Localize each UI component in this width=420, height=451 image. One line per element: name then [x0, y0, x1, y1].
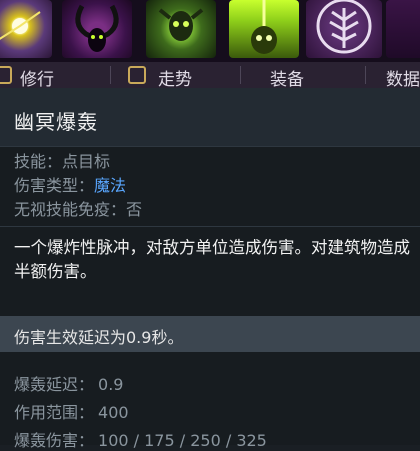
ability-description: 一个爆炸性脉冲，对敌方单位造成伤害。对建筑物造成半额伤害。 [14, 238, 410, 281]
stat-value: 0.9 [98, 375, 124, 394]
meta-key: 技能： [14, 152, 63, 171]
tab-trend[interactable]: 走势 [158, 65, 192, 90]
tab-divider [365, 66, 366, 84]
meta-value: 点目标 [62, 152, 111, 171]
ability-icon-strip [0, 0, 420, 62]
stat-value: 400 [98, 403, 129, 422]
section-divider [0, 226, 420, 227]
trend-tab-icon [128, 66, 146, 84]
tab-stats[interactable]: 数据 [386, 65, 420, 90]
stat-row-radius: 作用范围： 400 [14, 399, 129, 423]
tooltip-header: 幽冥爆轰 [0, 88, 420, 147]
ability-note: 伤害生效延迟为0.9秒。 [0, 316, 420, 352]
meta-key: 无视技能免疫： [14, 200, 127, 219]
extra-ability-icon[interactable] [386, 0, 420, 58]
magic-damage-value: 魔法 [94, 176, 127, 195]
stat-key: 爆轰伤害： [14, 431, 95, 450]
talent-tree-icon[interactable] [306, 0, 382, 58]
ability-title: 幽冥爆轰 [14, 110, 98, 134]
stat-key: 作用范围： [14, 403, 95, 422]
stat-value: 100 / 175 / 250 / 325 [98, 431, 267, 450]
practice-tab-icon [0, 66, 12, 84]
black-hole-icon[interactable] [229, 0, 299, 58]
ability-pierces-immunity: 无视技能免疫：否 [14, 196, 142, 220]
meta-value: 否 [126, 200, 143, 219]
ability-note-text: 伤害生效延迟为0.9秒。 [14, 328, 184, 347]
ability-tooltip: 幽冥爆轰 技能：点目标 伤害类型：魔法 无视技能免疫：否 一个爆炸性脉冲，对敌方… [0, 88, 420, 450]
tab-divider [240, 66, 241, 84]
tab-items[interactable]: 装备 [270, 65, 304, 90]
ability-damage-type: 伤害类型：魔法 [14, 172, 126, 196]
tab-practice[interactable]: 修行 [20, 65, 54, 90]
malefice-icon[interactable] [0, 0, 52, 58]
stat-key: 爆轰延迟： [14, 375, 95, 394]
stat-row-delay: 爆轰延迟： 0.9 [14, 371, 123, 395]
tab-bar: 修行 走势 装备 数据 [0, 62, 420, 90]
stat-row-damage: 爆轰伤害： 100 / 175 / 250 / 325 [14, 427, 267, 451]
ability-target-type: 技能：点目标 [14, 148, 110, 172]
midnight-pulse-icon[interactable] [146, 0, 216, 58]
meta-key: 伤害类型： [14, 176, 95, 195]
tab-divider [110, 66, 111, 84]
demonic-conversion-icon[interactable] [62, 0, 132, 58]
